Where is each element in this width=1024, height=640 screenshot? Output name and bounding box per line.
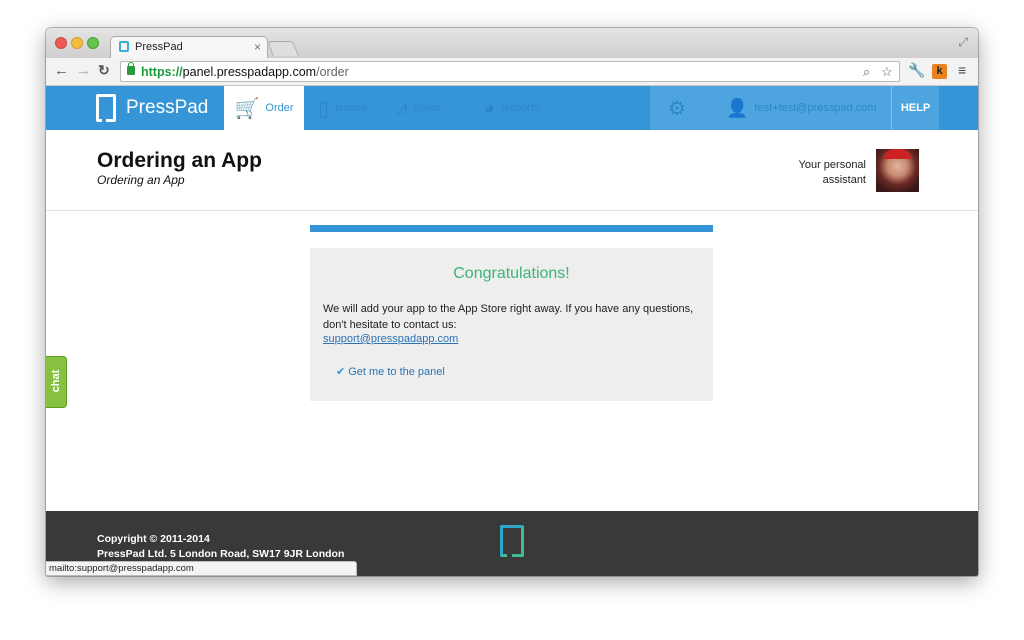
lock-icon <box>127 62 135 75</box>
fullscreen-icon[interactable]: ⤢ <box>958 35 968 50</box>
reload-icon[interactable]: ↻ <box>98 62 110 79</box>
address-bar[interactable]: https://panel.presspadapp.com/order ⌕ ☆ <box>120 61 900 82</box>
browser-window: PressPad × ⤢ ← → ↻ https://panel.presspa… <box>46 28 978 576</box>
user-icon: 👤 <box>726 97 749 118</box>
nav-item-label: Reports <box>501 102 540 114</box>
browser-tab[interactable]: PressPad × <box>110 36 268 58</box>
nav-item-label: Issues <box>335 102 367 114</box>
nav-item-label: Order <box>265 102 294 114</box>
help-button[interactable]: HELP <box>891 86 939 130</box>
checkmark-icon: ✔ <box>336 366 346 378</box>
support-email-link[interactable]: support@presspadapp.com <box>323 333 458 345</box>
tab-title: PressPad <box>135 41 183 53</box>
congratulations-heading: Congratulations! <box>453 265 570 282</box>
user-email: test+test@presspad.com <box>754 102 877 114</box>
tab-close-icon[interactable]: × <box>254 40 261 54</box>
nav-item-issues[interactable]: ▯ Issues <box>318 86 367 130</box>
page-subtitle: Ordering an App <box>97 173 185 187</box>
chart-line-icon: ⩘ <box>396 96 408 119</box>
zoom-window-button[interactable] <box>87 37 99 49</box>
panel-link-label: Get me to the panel <box>348 366 445 378</box>
assistant-label[interactable]: Your personal assistant <box>776 158 866 188</box>
presspad-logo-icon[interactable] <box>96 94 116 122</box>
url-path: /order <box>316 65 349 79</box>
page-title: Ordering an App <box>97 149 262 172</box>
gear-icon[interactable]: ⚙ <box>668 96 686 121</box>
logo-text[interactable]: PressPad <box>126 97 208 119</box>
company-address: PressPad Ltd. 5 London Road, SW17 9JR Lo… <box>97 548 345 560</box>
confirmation-card: Congratulations! We will add your app to… <box>310 248 713 401</box>
cart-icon: 🛒 <box>234 97 260 120</box>
footer-logo-icon <box>500 525 524 557</box>
browser-toolbar: ← → ↻ https://panel.presspadapp.com/orde… <box>46 58 978 86</box>
panel-link[interactable]: ✔ Get me to the panel <box>336 365 445 378</box>
nav-item-label: Sales <box>413 102 441 114</box>
close-window-button[interactable] <box>55 37 67 49</box>
zoom-magnifier-icon[interactable]: ⌕ <box>863 64 870 80</box>
nav-item-sales[interactable]: ⩘ Sales <box>396 86 441 130</box>
url-scheme: https:// <box>141 65 183 79</box>
copyright: Copyright © 2011-2014 PressPad Ltd. 5 Lo… <box>97 532 344 562</box>
forward-arrow-icon[interactable]: → <box>76 62 91 79</box>
url-host: panel.presspadapp.com <box>182 65 317 79</box>
wrench-icon[interactable]: 🔧 <box>908 62 925 79</box>
extension-k-icon[interactable]: k <box>932 64 947 79</box>
new-tab-button[interactable] <box>267 41 299 56</box>
minimize-window-button[interactable] <box>71 37 83 49</box>
app-navigation: PressPad 🛒 Order ▯ Issues ⩘ Sales ◕ Repo… <box>46 86 978 130</box>
document-icon: ▯ <box>318 97 330 120</box>
status-bar: mailto:support@presspadapp.com <box>46 561 357 576</box>
nav-item-order[interactable]: 🛒 Order <box>224 86 304 130</box>
menu-icon[interactable]: ≡ <box>958 62 966 78</box>
nav-item-reports[interactable]: ◕ Reports <box>483 86 540 130</box>
confirmation-message: We will add your app to the App Store ri… <box>323 303 694 331</box>
bookmark-star-icon[interactable]: ☆ <box>881 64 893 80</box>
presspad-favicon-icon <box>119 41 129 52</box>
tab-bar: PressPad × ⤢ <box>46 28 978 58</box>
pie-chart-icon: ◕ <box>483 96 496 119</box>
user-menu[interactable]: 👤 test+test@presspad.com <box>726 86 877 130</box>
progress-bar <box>310 225 713 232</box>
copyright-text: Copyright © 2011-2014 <box>97 533 210 545</box>
back-arrow-icon[interactable]: ← <box>54 62 69 79</box>
divider <box>46 210 978 211</box>
chat-label: chat <box>50 369 62 393</box>
avatar[interactable] <box>876 149 919 192</box>
chat-tab[interactable]: chat <box>46 356 67 408</box>
url-text[interactable]: https://panel.presspadapp.com/order <box>141 65 349 79</box>
